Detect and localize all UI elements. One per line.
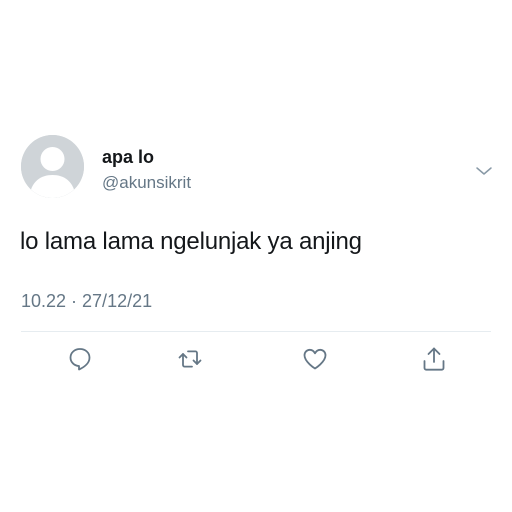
tweet-card: apa lo @akunsikrit lo lama lama ngelunja… <box>0 0 512 512</box>
divider <box>21 331 491 332</box>
user-handle[interactable]: @akunsikrit <box>102 173 191 193</box>
share-button[interactable] <box>420 345 448 373</box>
default-avatar-icon <box>21 135 84 198</box>
retweet-icon <box>178 350 202 368</box>
share-icon <box>423 347 445 371</box>
display-name[interactable]: apa lo <box>102 147 154 168</box>
avatar[interactable] <box>21 135 84 198</box>
tweet-timestamp[interactable]: 10.22 · 27/12/21 <box>21 291 152 312</box>
chevron-down-icon[interactable] <box>473 160 495 182</box>
reply-icon <box>69 348 91 371</box>
reply-button[interactable] <box>66 345 94 373</box>
heart-icon <box>303 348 327 370</box>
tweet-text: lo lama lama ngelunjak ya anjing <box>20 228 362 255</box>
retweet-button[interactable] <box>176 345 204 373</box>
like-button[interactable] <box>301 345 329 373</box>
